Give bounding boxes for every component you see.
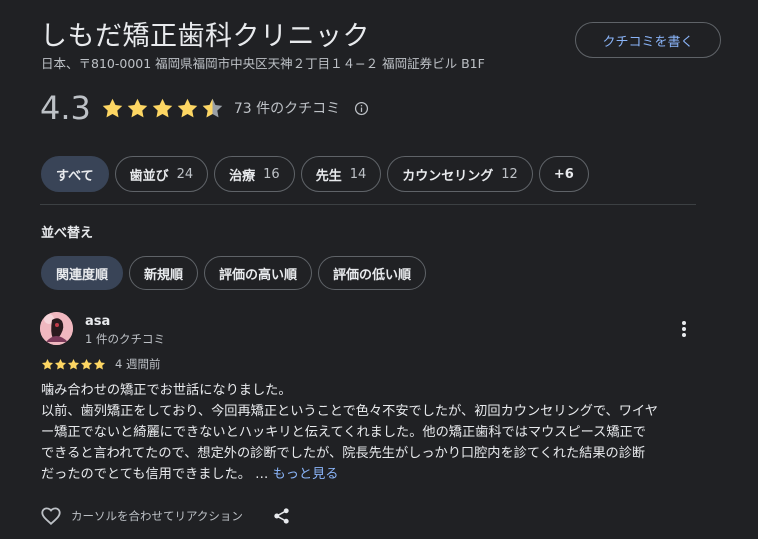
sort-label: 並べ替え (41, 226, 94, 241)
sort-options: 関連度順 新規順 評価の高い順 評価の低い順 (41, 256, 427, 290)
review-stars (41, 358, 106, 371)
review-text: 噛み合わせの矯正でお世話になりました。 以前、歯列矯正をしており、今回再矯正とい… (41, 380, 701, 485)
star-full-icon (152, 98, 173, 117)
chip-label: 治療 (229, 168, 256, 184)
chip-label: 歯並び (129, 168, 169, 184)
review-line-last: だったのでとても信用できました。 … もっと見る (41, 464, 701, 485)
star-full-icon (67, 358, 80, 370)
sort-option-newest[interactable]: 新規順 (129, 256, 199, 290)
review-line: 噛み合わせの矯正でお世話になりました。 (41, 383, 292, 398)
review-line: ー矯正でないと綺麗にできないとハッキリと伝えてくれました。他の矯正歯科ではマウス… (41, 425, 646, 440)
topic-chip-all[interactable]: すべて (41, 156, 109, 192)
review-line: 以前、歯列矯正をしており、今回再矯正ということで色々不安でしたが、初回カウンセリ… (41, 404, 658, 419)
chip-label: 先生 (315, 168, 342, 184)
rating-summary: 4.3 73 件のクチコミ (40, 88, 369, 128)
chip-label: すべて (56, 168, 94, 184)
topic-chip-counseling[interactable]: カウンセリング 12 (387, 156, 533, 192)
chip-count: 24 (176, 166, 194, 182)
star-full-icon (93, 358, 106, 370)
reviewer-name[interactable]: asa (85, 314, 110, 329)
more-options-icon[interactable] (676, 320, 692, 338)
sort-option-relevance[interactable]: 関連度順 (41, 256, 124, 290)
read-more-link[interactable]: もっと見る (273, 467, 339, 482)
rating-stars (101, 97, 224, 120)
star-full-icon (177, 98, 198, 117)
topic-chip-doctor[interactable]: 先生 14 (300, 156, 382, 192)
review-count: 73 件のクチコミ (233, 101, 341, 117)
star-half-icon (202, 98, 223, 117)
review-line: だったのでとても信用できました。 … (41, 467, 273, 482)
topic-chip-treatment[interactable]: 治療 16 (214, 156, 295, 192)
star-full-icon (102, 98, 123, 117)
reaction-label[interactable]: カーソルを合わせてリアクション (71, 508, 243, 524)
sort-option-lowest[interactable]: 評価の低い順 (318, 256, 427, 290)
chip-label: カウンセリング (402, 168, 494, 184)
star-full-icon (41, 358, 54, 370)
sort-option-highest[interactable]: 評価の高い順 (204, 256, 313, 290)
topic-chip-more[interactable]: +6 (538, 156, 589, 192)
section-divider (40, 204, 696, 205)
avatar[interactable] (40, 312, 73, 345)
star-full-icon (80, 358, 93, 370)
chip-count: 12 (501, 166, 518, 182)
review-rating-row: 4 週間前 (41, 356, 160, 372)
review-date: 4 週間前 (115, 357, 161, 371)
topic-chip-teeth-alignment[interactable]: 歯並び 24 (114, 156, 209, 192)
rating-value: 4.3 (40, 89, 91, 127)
chip-label: +6 (553, 166, 574, 182)
review-line: できると言われてたので、想定外の診断でしたが、院長先生がしっかり口腔内を診てくれ… (41, 446, 646, 461)
share-icon[interactable] (273, 507, 290, 525)
business-address: 日本、〒810-0001 福岡県福岡市中央区天神２丁目１４−２ 福岡証券ビル B… (41, 56, 485, 71)
chip-count: 16 (263, 166, 280, 182)
heart-icon[interactable] (40, 505, 62, 527)
write-review-button[interactable]: クチコミを書く (575, 22, 721, 58)
star-full-icon (54, 358, 67, 370)
reviewer-review-count: 1 件のクチコミ (85, 332, 165, 346)
info-icon[interactable] (354, 101, 369, 116)
topic-filter-chips: すべて 歯並び 24 治療 16 先生 14 カウンセリング 12 +6 (41, 156, 589, 192)
star-full-icon (127, 98, 148, 117)
review-actions: カーソルを合わせてリアクション (40, 504, 340, 528)
chip-count: 14 (349, 166, 367, 182)
business-title: しもだ矯正歯科クリニック (40, 21, 370, 52)
